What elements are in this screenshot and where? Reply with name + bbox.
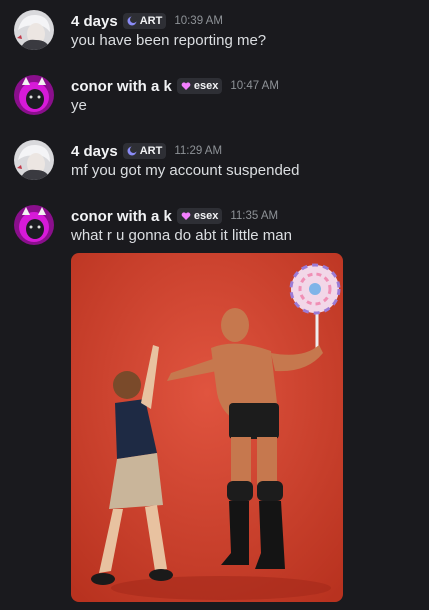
message-header: 4 days ART 10:39 AM	[71, 10, 223, 32]
server-tag[interactable]: esex	[176, 78, 223, 94]
image-attachment[interactable]	[71, 253, 343, 602]
username[interactable]: 4 days	[71, 13, 118, 30]
username[interactable]: conor with a k	[71, 208, 172, 225]
heart-icon	[181, 212, 191, 220]
user-avatar-conor[interactable]	[14, 205, 54, 245]
message-header: 4 days ART 11:29 AM	[71, 140, 222, 162]
message-text: what r u gonna do abt it little man	[71, 227, 292, 244]
message-header: conor with a k esex 10:47 AM	[71, 75, 279, 97]
tag-label: esex	[193, 210, 219, 222]
wrestler-lollipop-photo	[71, 253, 343, 602]
white-haired-avatar-icon	[14, 140, 54, 180]
username[interactable]: 4 days	[71, 143, 118, 160]
server-tag[interactable]: ART	[122, 143, 167, 159]
tag-label: ART	[139, 145, 163, 157]
message-header: conor with a k esex 11:35 AM	[71, 205, 278, 227]
pink-cat-avatar-icon	[14, 75, 54, 115]
crescent-icon	[127, 16, 137, 26]
white-haired-avatar-icon	[14, 10, 54, 50]
user-avatar-4days[interactable]	[14, 10, 54, 50]
server-tag[interactable]: ART	[122, 13, 167, 29]
user-avatar-conor[interactable]	[14, 75, 54, 115]
message-text: ye	[71, 97, 87, 114]
message-text: you have been reporting me?	[71, 32, 267, 49]
crescent-icon	[127, 146, 137, 156]
tag-label: esex	[193, 80, 219, 92]
message-text: mf you got my account suspended	[71, 162, 300, 179]
pink-cat-avatar-icon	[14, 205, 54, 245]
timestamp: 11:29 AM	[174, 145, 223, 157]
tag-label: ART	[139, 15, 163, 27]
server-tag[interactable]: esex	[176, 208, 223, 224]
username[interactable]: conor with a k	[71, 78, 172, 95]
user-avatar-4days[interactable]	[14, 140, 54, 180]
timestamp: 10:39 AM	[174, 15, 223, 27]
heart-icon	[181, 82, 191, 90]
timestamp: 11:35 AM	[230, 210, 279, 222]
timestamp: 10:47 AM	[230, 80, 279, 92]
